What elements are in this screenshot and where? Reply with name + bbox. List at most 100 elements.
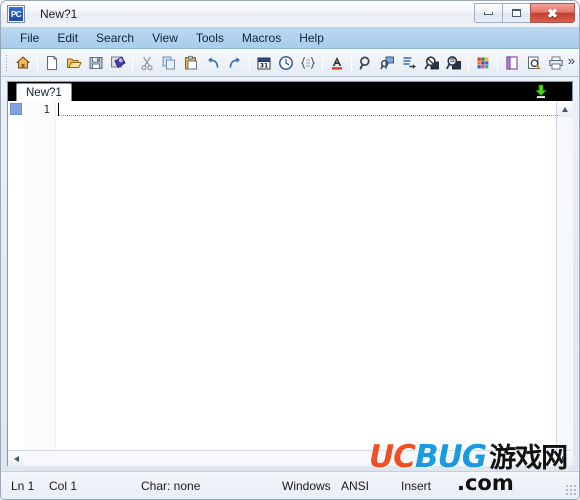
save-all-icon bbox=[111, 55, 126, 68]
undo-icon bbox=[208, 56, 219, 68]
horizontal-scrollbar[interactable] bbox=[8, 450, 572, 467]
vertical-scrollbar[interactable] bbox=[556, 101, 573, 466]
replace-button[interactable] bbox=[443, 52, 465, 74]
scroll-left-button[interactable] bbox=[8, 451, 24, 467]
goto-line-icon bbox=[403, 56, 416, 69]
save-all-button[interactable] bbox=[107, 52, 129, 74]
redo-button[interactable] bbox=[224, 52, 246, 74]
editor-body: 1 bbox=[8, 101, 573, 467]
home-button[interactable] bbox=[12, 52, 34, 74]
new-file-button[interactable] bbox=[41, 52, 63, 74]
color-palette-button[interactable] bbox=[472, 52, 494, 74]
format-code-button[interactable] bbox=[297, 52, 319, 74]
toolbar-grip[interactable] bbox=[5, 53, 8, 72]
status-line: Ln 1 bbox=[11, 479, 35, 493]
copy-icon bbox=[162, 56, 175, 69]
text-editing-area[interactable] bbox=[56, 101, 558, 466]
bookmark-square-icon[interactable] bbox=[10, 103, 22, 115]
insert-date-button[interactable]: 31 bbox=[253, 52, 275, 74]
menu-bar: File Edit Search View Tools Macros Help bbox=[1, 28, 579, 49]
goto-line-button[interactable] bbox=[399, 52, 421, 74]
find-in-files-icon bbox=[380, 56, 394, 69]
scroll-right-button[interactable] bbox=[556, 451, 572, 467]
vertical-scroll-track[interactable] bbox=[556, 117, 573, 450]
calendar-icon: 31 bbox=[257, 57, 271, 69]
status-char: Char: none bbox=[141, 479, 201, 493]
bookmark-gutter[interactable] bbox=[8, 101, 24, 466]
document-tab-new1[interactable]: New?1 bbox=[16, 83, 72, 101]
status-bar: Ln 1 Col 1 Char: none Windows ANSI Inser… bbox=[1, 471, 579, 499]
cut-icon bbox=[141, 56, 153, 70]
replace-icon bbox=[446, 55, 461, 69]
line-number: 1 bbox=[43, 103, 50, 116]
chevron-left-icon bbox=[13, 456, 19, 462]
menu-item-macros[interactable]: Macros bbox=[233, 29, 290, 47]
status-column: Col 1 bbox=[49, 479, 78, 493]
close-button[interactable]: ✖ bbox=[530, 3, 575, 23]
print-icon bbox=[549, 56, 563, 69]
document-tab-bar: New?1 bbox=[8, 82, 572, 101]
application-window: PC New?1 ✖ File Edit Search View Tools M… bbox=[0, 0, 580, 500]
window-title: New?1 bbox=[40, 7, 78, 21]
toolbar-separator bbox=[132, 53, 133, 72]
minimize-icon bbox=[484, 11, 493, 15]
page-setup-icon bbox=[506, 55, 518, 70]
chevron-right-icon bbox=[561, 456, 567, 462]
format-code-icon bbox=[300, 56, 316, 69]
toolbar-separator bbox=[37, 53, 38, 72]
print-button[interactable] bbox=[545, 52, 567, 74]
menu-item-file[interactable]: File bbox=[11, 29, 48, 47]
toolbar-separator bbox=[497, 53, 498, 72]
horizontal-scroll-track[interactable] bbox=[24, 451, 556, 466]
menu-item-view[interactable]: View bbox=[143, 29, 187, 47]
print-preview-button[interactable] bbox=[523, 52, 545, 74]
paste-button[interactable] bbox=[180, 52, 202, 74]
window-controls: ✖ bbox=[474, 3, 575, 24]
chevron-up-icon bbox=[561, 106, 568, 112]
svg-text:31: 31 bbox=[260, 62, 268, 69]
close-icon: ✖ bbox=[547, 5, 558, 21]
open-file-button[interactable] bbox=[63, 52, 85, 74]
line-number-gutter: 1 bbox=[24, 101, 56, 466]
text-color-button[interactable] bbox=[326, 52, 348, 74]
scroll-up-button[interactable] bbox=[556, 101, 573, 117]
toolbar-separator bbox=[468, 53, 469, 72]
minimize-button[interactable] bbox=[474, 3, 503, 23]
find-button[interactable] bbox=[355, 52, 377, 74]
status-encoding: ANSI bbox=[341, 479, 370, 493]
toolbar-separator bbox=[249, 53, 250, 72]
resize-grip-icon[interactable] bbox=[565, 484, 577, 496]
find-next-button[interactable] bbox=[421, 52, 443, 74]
title-bar: PC New?1 ✖ bbox=[1, 1, 579, 28]
status-eol: Windows bbox=[282, 479, 331, 493]
menu-item-help[interactable]: Help bbox=[290, 29, 333, 47]
save-icon bbox=[89, 56, 103, 69]
paste-icon bbox=[185, 55, 197, 69]
maximize-button[interactable] bbox=[502, 3, 531, 23]
download-arrow-glyph bbox=[535, 84, 547, 98]
editor-client-area: New?1 1 bbox=[7, 81, 573, 467]
menu-item-tools[interactable]: Tools bbox=[187, 29, 233, 47]
menu-item-search[interactable]: Search bbox=[87, 29, 143, 47]
toolbar-separator bbox=[351, 53, 352, 72]
clock-icon bbox=[279, 55, 293, 70]
toolbar: 31 » bbox=[1, 49, 579, 77]
status-mode: Insert bbox=[401, 479, 432, 493]
toolbar-separator bbox=[322, 53, 323, 72]
copy-button[interactable] bbox=[158, 52, 180, 74]
app-icon: PC bbox=[8, 6, 24, 22]
cut-button[interactable] bbox=[136, 52, 158, 74]
undo-button[interactable] bbox=[202, 52, 224, 74]
save-button[interactable] bbox=[85, 52, 107, 74]
print-preview-icon bbox=[528, 56, 541, 69]
text-color-icon bbox=[332, 56, 342, 70]
download-arrow-icon[interactable] bbox=[532, 83, 550, 100]
redo-icon bbox=[229, 56, 240, 68]
find-in-files-button[interactable] bbox=[377, 52, 399, 74]
menu-item-edit[interactable]: Edit bbox=[48, 29, 87, 47]
toolbar-overflow-button[interactable]: » bbox=[568, 53, 575, 68]
insert-time-button[interactable] bbox=[275, 52, 297, 74]
page-setup-button[interactable] bbox=[501, 52, 523, 74]
find-next-icon bbox=[424, 55, 439, 69]
maximize-icon bbox=[512, 9, 521, 17]
